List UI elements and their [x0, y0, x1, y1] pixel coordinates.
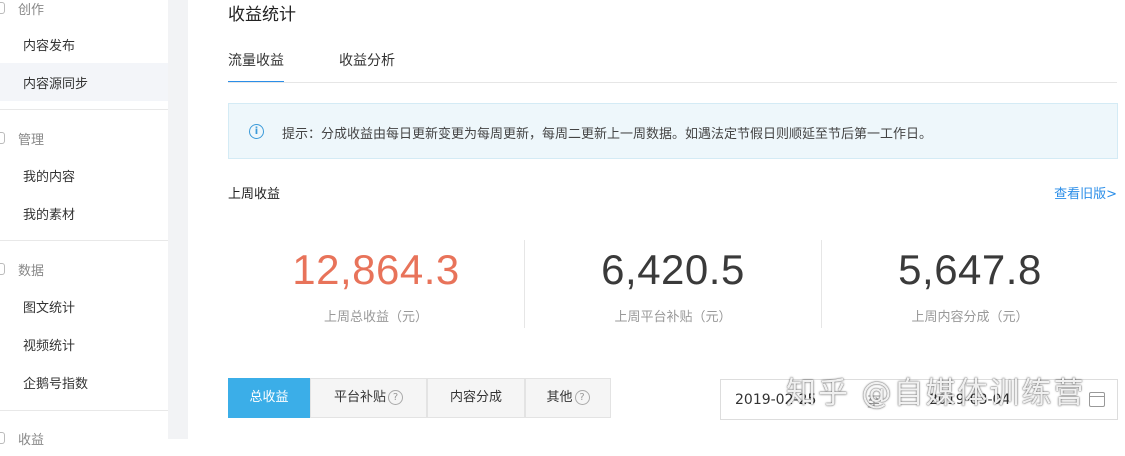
- sidebar-item-penguin-index[interactable]: 企鹅号指数: [0, 363, 168, 401]
- tabs-underline: [228, 82, 1117, 83]
- watermark: 知乎 @自媒体训练营: [786, 376, 1086, 411]
- help-icon[interactable]: ?: [388, 390, 403, 405]
- section-icon: [0, 2, 5, 14]
- sidebar-item-content-publish[interactable]: 内容发布: [0, 25, 168, 63]
- sidebar-item-video-stats[interactable]: 视频统计: [0, 325, 168, 363]
- tab-traffic-earnings[interactable]: 流量收益: [228, 50, 284, 83]
- sidebar-section-manage: 管理: [0, 120, 168, 156]
- sidebar-divider: [0, 410, 168, 411]
- page-title: 收益统计: [228, 5, 296, 25]
- sidebar-gutter: [168, 0, 188, 439]
- stat-value: 12,864.3: [292, 246, 460, 293]
- calendar-icon[interactable]: [1089, 392, 1105, 407]
- stat-label: 上周内容分成（元）: [911, 310, 1029, 325]
- section-icon: [0, 263, 5, 275]
- filter-tab-content-share[interactable]: 内容分成: [427, 378, 525, 418]
- notice-text: 提示：分成收益由每日更新变更为每周更新，每周二更新上一周数据。如遇法定节假日则顺…: [282, 127, 933, 142]
- sidebar-item-my-materials[interactable]: 我的素材: [0, 194, 168, 232]
- stat-platform-subsidy: 6,420.5 上周平台补贴（元）: [525, 240, 821, 330]
- filter-tab-platform-subsidy[interactable]: 平台补贴?: [310, 378, 427, 418]
- sidebar-item-content-sync[interactable]: 内容源同步: [0, 63, 168, 101]
- sidebar-divider: [0, 240, 168, 241]
- section-icon: [0, 132, 5, 144]
- filter-tab-other[interactable]: 其他?: [525, 378, 611, 418]
- tab-earnings-analysis[interactable]: 收益分析: [339, 50, 395, 83]
- sidebar-section-earnings: 收益: [0, 420, 168, 456]
- sidebar: 创作 内容发布 内容源同步 管理 我的内容 我的素材 数据 图文统计 视频统计 …: [0, 0, 168, 448]
- stat-value: 5,647.8: [898, 246, 1042, 293]
- stat-label: 上周总收益（元）: [323, 310, 428, 325]
- sidebar-section-create: 创作: [0, 0, 168, 26]
- sidebar-item-my-content[interactable]: 我的内容: [0, 156, 168, 194]
- info-icon: i: [249, 124, 264, 139]
- filter-tab-total[interactable]: 总收益: [228, 378, 310, 418]
- stat-content-share: 5,647.8 上周内容分成（元）: [822, 240, 1118, 330]
- sidebar-item-article-stats[interactable]: 图文统计: [0, 287, 168, 325]
- stat-total-earnings: 12,864.3 上周总收益（元）: [228, 240, 524, 330]
- stat-value: 6,420.5: [601, 246, 745, 293]
- notice-banner: i 提示：分成收益由每日更新变更为每周更新，每周二更新上一周数据。如遇法定节假日…: [228, 103, 1118, 159]
- sidebar-section-data: 数据: [0, 251, 168, 287]
- view-old-version-link[interactable]: 查看旧版>: [1054, 183, 1117, 202]
- section-title: 上周收益: [228, 187, 281, 202]
- help-icon[interactable]: ?: [574, 390, 590, 405]
- main-content: 收益统计 流量收益 收益分析 i 提示：分成收益由每日更新变更为每周更新，每周二…: [188, 0, 1125, 439]
- section-icon: [0, 432, 5, 444]
- sidebar-divider: [0, 109, 168, 110]
- stat-label: 上周平台补贴（元）: [614, 310, 732, 325]
